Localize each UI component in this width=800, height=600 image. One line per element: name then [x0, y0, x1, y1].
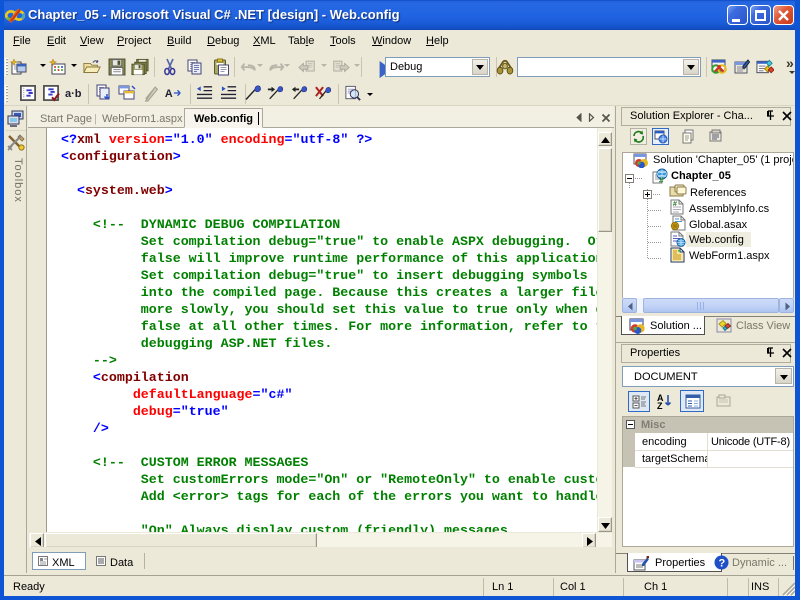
- svg-text:Z: Z: [657, 401, 663, 409]
- svg-text:?: ?: [719, 558, 726, 570]
- svg-text:#: #: [659, 176, 664, 184]
- svg-text:#: #: [673, 201, 677, 208]
- svg-text:A: A: [165, 88, 173, 100]
